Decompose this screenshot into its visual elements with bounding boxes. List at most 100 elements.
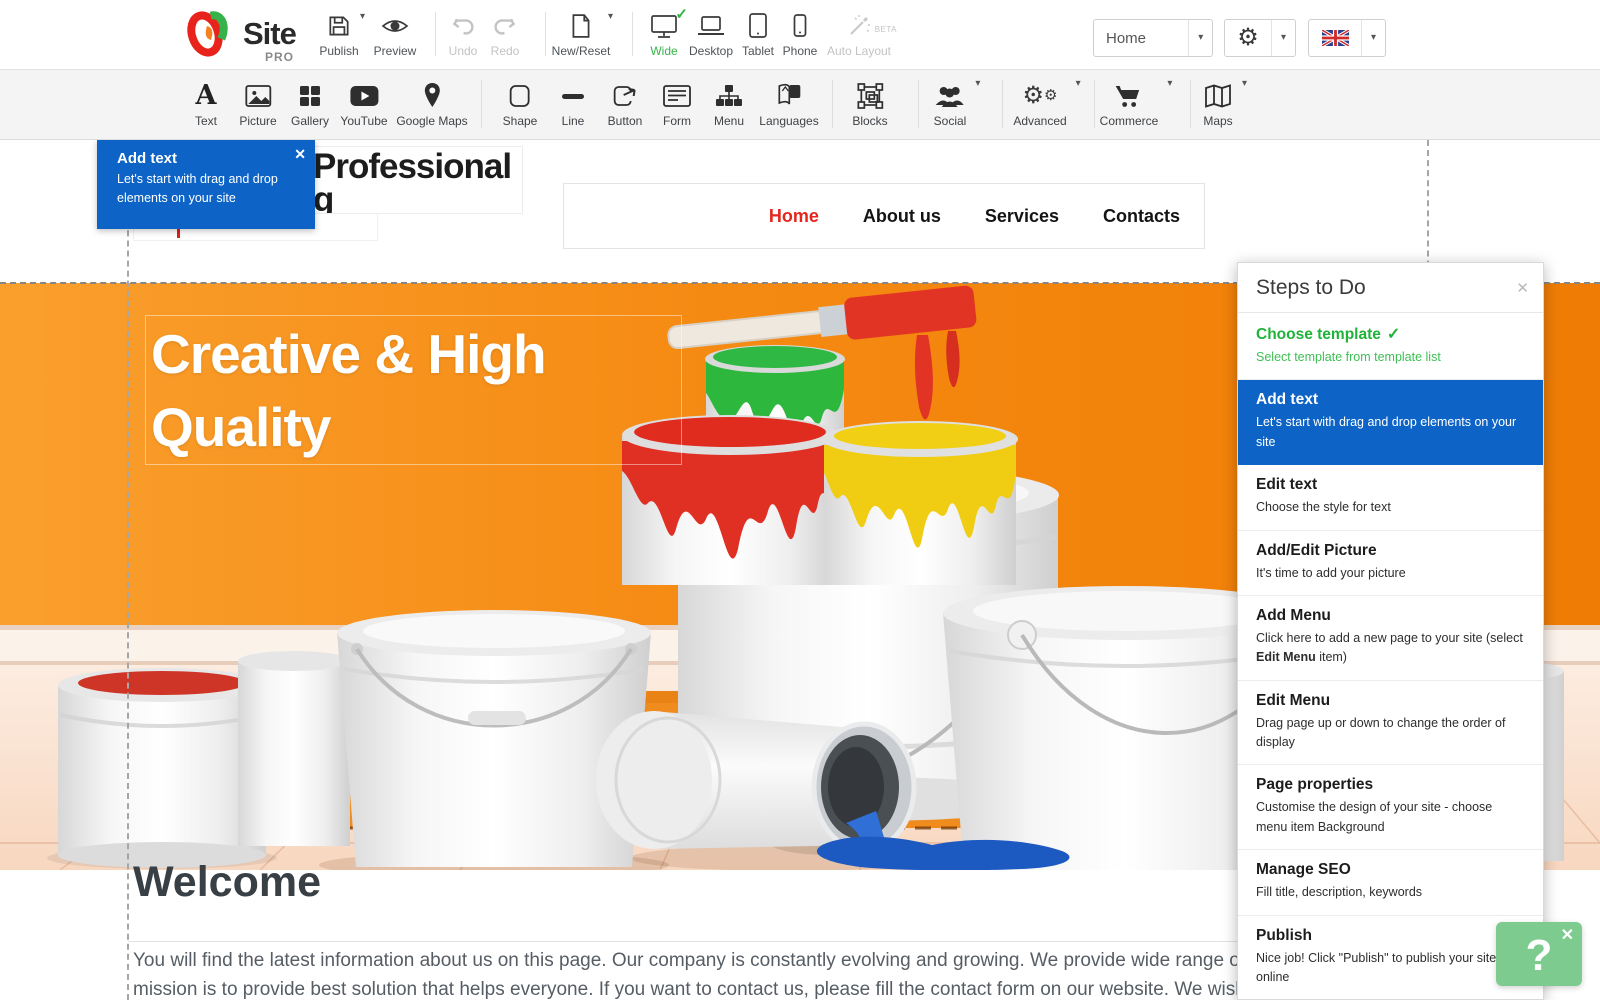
line-icon	[559, 83, 587, 109]
beta-badge: BETA	[875, 25, 897, 34]
gears-icon: ⚙	[1023, 84, 1045, 108]
gears-icon-small: ⚙	[1044, 88, 1057, 103]
folded-map-icon	[1203, 83, 1233, 109]
elements-toolbar: A Text Picture Gallery YouTube Google Ma…	[0, 70, 1600, 140]
welcome-paragraph[interactable]: You will find the latest information abo…	[133, 946, 1426, 1000]
toolbar-separator	[481, 80, 482, 128]
blocks-icon	[856, 82, 884, 110]
step-add-text[interactable]: Add text Let's start with drag and drop …	[1238, 380, 1543, 465]
maps-caret-icon[interactable]: ▾	[1242, 79, 1247, 89]
commerce-caret-icon[interactable]: ▾	[1167, 79, 1172, 89]
app-logo: Site PRO	[183, 8, 296, 60]
svg-text:A: A	[791, 87, 798, 98]
help-button[interactable]: ✕ ?	[1496, 922, 1582, 986]
step-manage-seo[interactable]: Manage SEO Fill title, description, keyw…	[1238, 850, 1543, 915]
add-line-tool[interactable]: Line	[559, 79, 587, 128]
advanced-caret-icon[interactable]: ▾	[1076, 79, 1081, 89]
panel-close-icon[interactable]: ✕	[1516, 279, 1529, 297]
step-choose-template[interactable]: Choose template✓ Select template from te…	[1238, 313, 1543, 380]
check-icon: ✓	[1387, 326, 1400, 343]
help-close-icon[interactable]: ✕	[1561, 925, 1574, 945]
new-reset-caret-icon[interactable]: ▾	[608, 12, 613, 22]
add-google-maps-tool[interactable]: Google Maps	[396, 79, 467, 128]
add-form-tool[interactable]: Form	[662, 79, 692, 128]
gear-icon: ⚙	[1237, 26, 1259, 50]
add-shape-tool[interactable]: Line Shape	[503, 79, 538, 128]
phone-icon	[792, 12, 808, 40]
step-add-edit-picture[interactable]: Add/Edit Picture It's time to add your p…	[1238, 531, 1543, 596]
gallery-icon	[297, 83, 323, 109]
add-button-tool[interactable]: Button	[608, 79, 643, 128]
step-edit-text[interactable]: Edit text Choose the style for text	[1238, 465, 1543, 530]
hero-title-element[interactable]: Creative & High Quality	[145, 315, 682, 465]
map-pin-icon	[423, 82, 441, 109]
form-icon	[662, 84, 692, 108]
sitepro-logo-icon	[183, 8, 235, 60]
nav-contacts-link[interactable]: Contacts	[1103, 206, 1180, 227]
toolbar-separator	[1190, 80, 1191, 128]
toolbar-separator	[1094, 80, 1095, 128]
document-icon	[568, 13, 594, 39]
page-select[interactable]: Home ▾	[1093, 19, 1213, 57]
save-icon	[326, 13, 352, 39]
add-social-tool[interactable]: ▾ Social	[934, 79, 967, 128]
cart-icon	[1114, 83, 1144, 109]
steps-panel-title: Steps to Do	[1256, 276, 1366, 299]
add-blocks-tool[interactable]: Blocks	[852, 79, 887, 128]
shape-icon	[507, 83, 533, 109]
new-reset-button[interactable]: ▾ New/Reset	[541, 9, 621, 58]
hero-title-line2: Quality	[151, 391, 681, 464]
toolbar-separator	[918, 80, 919, 128]
add-text-tool[interactable]: A Text	[195, 79, 217, 128]
text-tool-icon: A	[196, 82, 217, 109]
add-maps-tool[interactable]: ▾ Maps	[1203, 79, 1233, 128]
question-mark-icon: ?	[1526, 931, 1553, 981]
language-button[interactable]: ▾	[1308, 19, 1386, 57]
add-commerce-tool[interactable]: ▾ Commerce	[1100, 79, 1159, 128]
sitemap-icon	[715, 83, 743, 109]
eye-icon	[381, 13, 409, 39]
toolbar-separator	[1002, 80, 1003, 128]
language-caret[interactable]: ▾	[1361, 20, 1385, 56]
welcome-heading: Welcome	[133, 858, 321, 907]
auto-layout-button[interactable]: BETA Auto Layout	[819, 9, 899, 58]
magic-wand-icon	[845, 12, 873, 40]
step-page-properties[interactable]: Page properties Customise the design of …	[1238, 765, 1543, 850]
uk-flag-icon	[1322, 30, 1349, 46]
tooltip-body: Let's start with drag and drop elements …	[117, 170, 289, 209]
page-select-caret[interactable]: ▾	[1188, 20, 1212, 56]
social-people-icon	[934, 83, 966, 109]
app-name-suffix: PRO	[265, 50, 294, 64]
redo-button[interactable]: Redo	[465, 9, 545, 58]
social-caret-icon[interactable]: ▾	[975, 79, 980, 89]
add-youtube-tool[interactable]: YouTube	[340, 79, 387, 128]
button-icon	[611, 83, 639, 109]
nav-about-link[interactable]: About us	[863, 206, 941, 227]
youtube-icon	[349, 84, 379, 108]
tooltip-title: Add text	[117, 150, 289, 167]
hero-title-line1: Creative & High	[151, 318, 681, 391]
site-nav-menu: Home About us Services Contacts	[563, 183, 1205, 249]
translate-book-icon: A	[775, 82, 803, 109]
site-heading-line2: g	[313, 180, 334, 214]
add-gallery-tool[interactable]: Gallery	[291, 79, 329, 128]
step-edit-menu[interactable]: Edit Menu Drag page up or down to change…	[1238, 681, 1543, 766]
tooltip-close-icon[interactable]: ✕	[294, 146, 306, 163]
add-picture-tool[interactable]: Picture	[239, 79, 276, 128]
step-add-menu[interactable]: Add Menu Click here to add a new page to…	[1238, 596, 1543, 681]
settings-button[interactable]: ⚙ ▾	[1224, 19, 1296, 57]
picture-icon	[244, 83, 272, 109]
nav-services-link[interactable]: Services	[985, 206, 1059, 227]
app-name: Site	[243, 16, 296, 52]
add-menu-tool[interactable]: Menu	[714, 79, 744, 128]
steps-panel-header: Steps to Do ✕	[1238, 263, 1543, 313]
add-advanced-tool[interactable]: ▾ ⚙⚙ Advanced	[1013, 79, 1066, 128]
top-toolbar: Site PRO ▾ Publish Preview Undo Redo ▾ N…	[0, 0, 1600, 70]
page-select-value: Home	[1106, 30, 1146, 47]
add-languages-tool[interactable]: A Languages	[759, 79, 818, 128]
site-heading-line1: Professional	[313, 147, 511, 187]
page-left-guide	[127, 140, 129, 1000]
paragraph-element-border	[128, 941, 1428, 942]
nav-home-link[interactable]: Home	[769, 206, 819, 227]
settings-caret[interactable]: ▾	[1271, 20, 1295, 56]
